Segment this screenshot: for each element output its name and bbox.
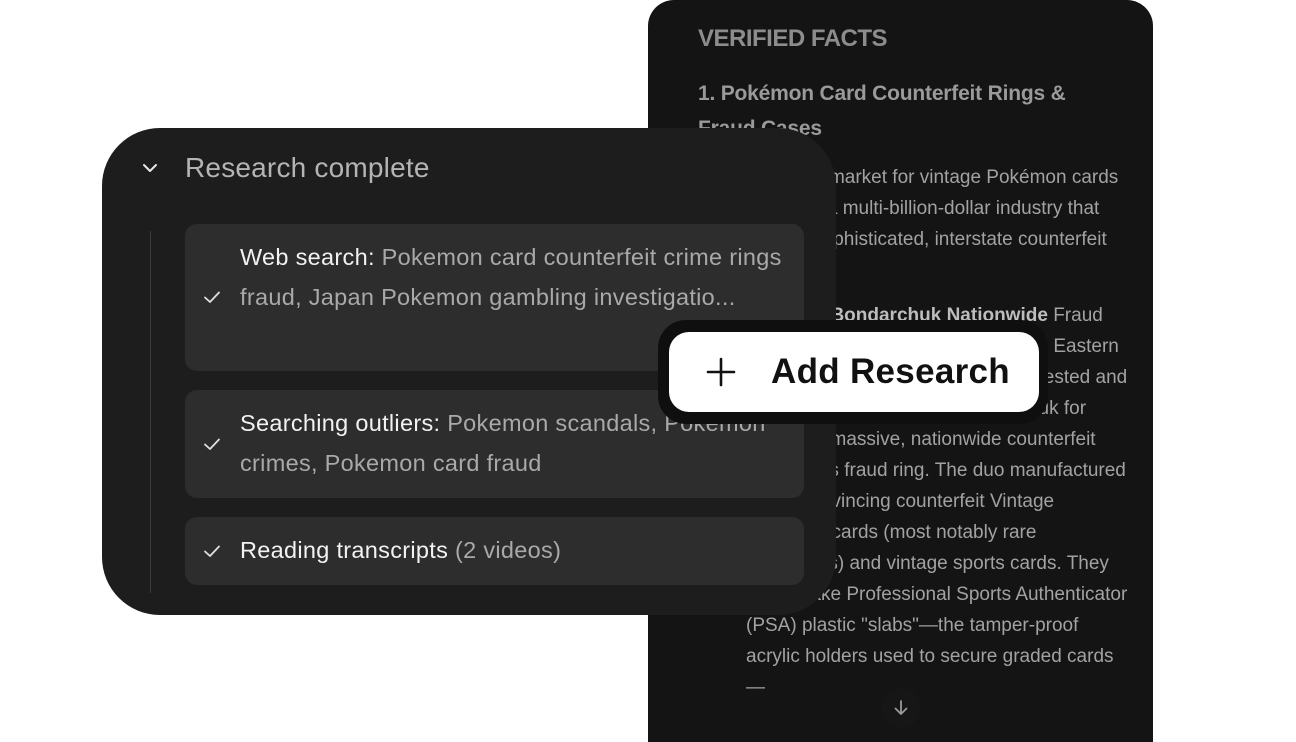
- research-title: Research complete: [185, 152, 430, 183]
- research-header[interactable]: Research complete: [138, 148, 430, 188]
- add-research-button[interactable]: Add Research: [669, 332, 1039, 412]
- step-label: Reading transcripts: [240, 537, 449, 563]
- step-value: (2 videos): [455, 537, 562, 563]
- plus-icon: [706, 357, 736, 387]
- timeline-rail: [150, 231, 151, 593]
- step-label: Searching outliers:: [240, 410, 441, 436]
- arrow-down-icon: [894, 700, 908, 715]
- document-heading: VERIFIED FACTS: [698, 25, 888, 52]
- check-icon: [204, 438, 220, 450]
- add-research-container: Add Research: [658, 320, 1048, 424]
- chevron-down-icon[interactable]: [138, 156, 162, 180]
- scroll-down-button[interactable]: [881, 688, 921, 728]
- check-icon: [204, 291, 220, 303]
- add-research-label: Add Research: [771, 352, 1010, 391]
- check-icon: [204, 545, 220, 557]
- step-label: Web search:: [240, 244, 375, 270]
- step-reading-transcripts[interactable]: Reading transcripts (2 videos): [185, 517, 804, 585]
